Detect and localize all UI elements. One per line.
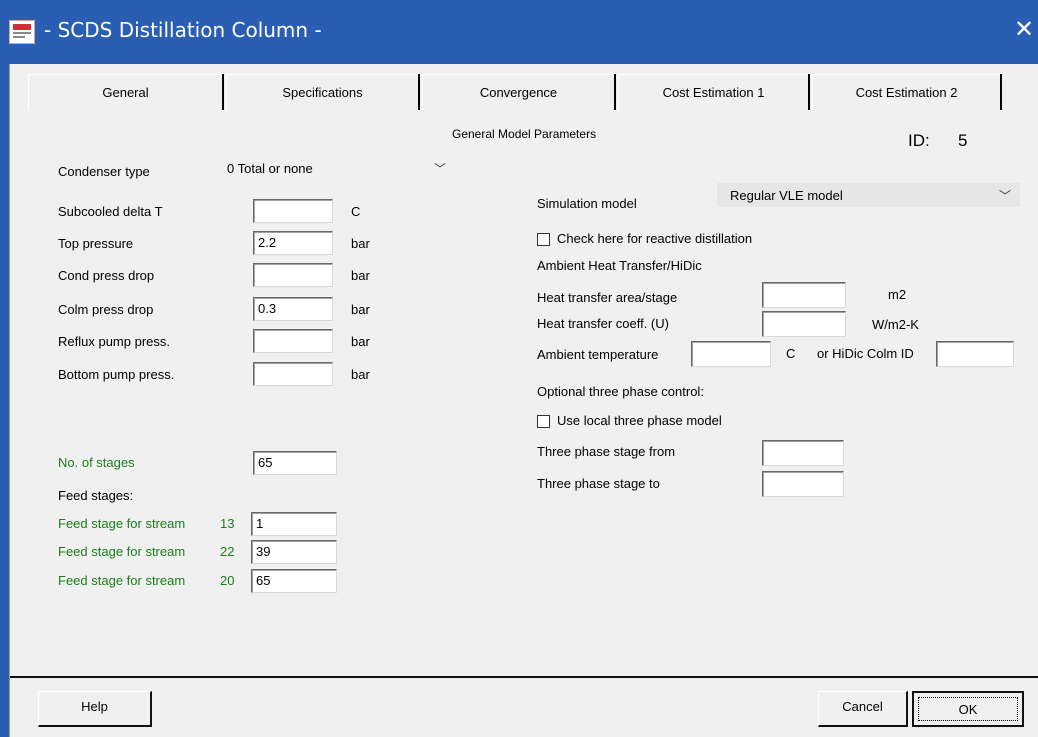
id-value: 5 (958, 131, 968, 150)
tab-cost-estimation-1[interactable]: Cost Estimation 1 (618, 74, 808, 110)
simulation-model-value: Regular VLE model (730, 188, 843, 203)
tab-separator (222, 74, 224, 110)
three-phase-to-field[interactable] (762, 471, 844, 497)
close-icon[interactable]: ✕ (1010, 14, 1038, 44)
condenser-type-label: Condenser type (58, 164, 150, 179)
feed-stream-number: 13 (220, 516, 235, 531)
bottom-pump-press-field[interactable] (253, 362, 333, 386)
title-bar: - SCDS Distillation Column - ✕ (0, 0, 1038, 64)
cond-press-drop-label: Cond press drop (58, 268, 155, 283)
unit-label: bar (351, 236, 370, 251)
ambient-temperature-field[interactable] (691, 341, 771, 367)
unit-label: C (351, 204, 361, 219)
feed-stage-field[interactable]: 39 (251, 540, 337, 564)
tab-convergence[interactable]: Convergence (422, 74, 614, 110)
three-phase-to-label: Three phase stage to (537, 476, 660, 491)
unit-label: bar (351, 268, 370, 283)
simulation-model-select[interactable]: Regular VLE model ﹀ (717, 183, 1020, 207)
ht-coeff-label: Heat transfer coeff. (U) (537, 316, 669, 331)
window-border (0, 64, 9, 737)
app-icon[interactable] (9, 20, 35, 44)
ht-area-unit: m2 (888, 287, 907, 302)
section-title: General Model Parameters (452, 127, 597, 141)
subcooled-delta-t-label: Subcooled delta T (58, 204, 163, 219)
top-pressure-label: Top pressure (58, 236, 134, 251)
ok-button-label: OK (918, 697, 1018, 721)
ht-area-field[interactable] (762, 282, 846, 308)
ht-coeff-unit: W/m2-K (872, 317, 919, 332)
reactive-distillation-checkbox[interactable] (537, 233, 550, 246)
hidic-colm-id-label: or HiDic Colm ID (817, 346, 914, 361)
reflux-pump-press-field[interactable] (253, 329, 333, 353)
ht-area-label: Heat transfer area/stage (537, 290, 678, 305)
ht-coeff-field[interactable] (762, 311, 846, 337)
tab-cost-estimation-2[interactable]: Cost Estimation 2 (812, 74, 1000, 110)
feed-stream-number: 20 (220, 573, 235, 588)
hidic-colm-id-field[interactable] (936, 341, 1014, 367)
cancel-button[interactable]: Cancel (818, 691, 908, 727)
feed-stage-label: Feed stage for stream (58, 573, 186, 588)
bottom-pump-press-label: Bottom pump press. (58, 367, 175, 382)
no-of-stages-field[interactable]: 65 (253, 451, 337, 475)
subcooled-delta-t-field[interactable] (253, 199, 333, 223)
colm-press-drop-field[interactable]: 0.3 (253, 297, 333, 321)
tab-separator (1000, 74, 1002, 110)
tab-separator (418, 74, 420, 110)
window-inner-border (9, 64, 10, 737)
chevron-down-icon: ﹀ (433, 162, 446, 176)
chevron-down-icon: ﹀ (998, 189, 1011, 203)
reflux-pump-press-label: Reflux pump press. (58, 334, 170, 349)
three-phase-from-label: Three phase stage from (537, 444, 676, 459)
colm-press-drop-label: Colm press drop (58, 302, 154, 317)
ambient-heat-title: Ambient Heat Transfer/HiDic (537, 258, 702, 273)
feed-stage-field[interactable]: 65 (251, 569, 337, 593)
help-button[interactable]: Help (38, 691, 152, 727)
unit-label: bar (351, 334, 370, 349)
tab-general[interactable]: General (28, 74, 222, 110)
unit-label: bar (351, 302, 370, 317)
ambient-temperature-unit: C (786, 346, 796, 361)
local-three-phase-checkbox[interactable] (537, 415, 550, 428)
reactive-distillation-label: Check here for reactive distillation (557, 231, 753, 246)
window-title: - SCDS Distillation Column - (44, 18, 322, 42)
ambient-temperature-label: Ambient temperature (537, 347, 659, 362)
tab-separator (614, 74, 616, 110)
footer-divider (10, 676, 1038, 678)
unit-label: bar (351, 367, 370, 382)
top-pressure-field[interactable]: 2.2 (253, 231, 333, 255)
tab-specifications[interactable]: Specifications (226, 74, 418, 110)
ok-button[interactable]: OK (912, 691, 1024, 727)
cond-press-drop-field[interactable] (253, 263, 333, 287)
no-of-stages-label: No. of stages (58, 455, 135, 470)
feed-stages-label: Feed stages: (58, 488, 134, 503)
tab-separator (808, 74, 810, 110)
condenser-type-select[interactable]: 0 Total or none ﹀ (222, 158, 452, 182)
feed-stream-number: 22 (220, 544, 235, 559)
three-phase-from-field[interactable] (762, 440, 844, 466)
simulation-model-label: Simulation model (537, 196, 637, 211)
local-three-phase-label: Use local three phase model (557, 413, 722, 428)
three-phase-control-title: Optional three phase control: (537, 384, 704, 399)
feed-stage-field[interactable]: 1 (251, 512, 337, 536)
condenser-type-value: 0 Total or none (227, 161, 313, 176)
feed-stage-label: Feed stage for stream (58, 544, 186, 559)
id-label: ID: (908, 131, 930, 150)
feed-stage-label: Feed stage for stream (58, 516, 186, 531)
